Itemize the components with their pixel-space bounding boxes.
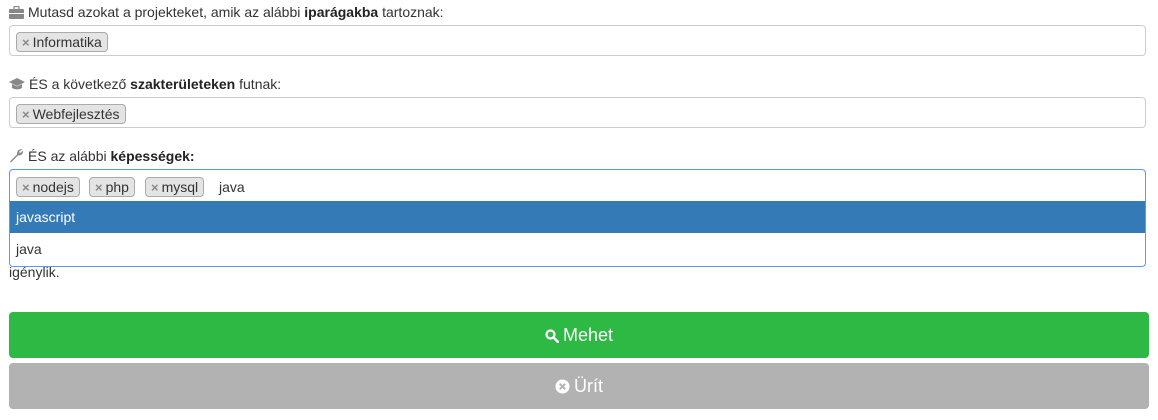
briefcase-icon xyxy=(9,5,24,19)
remove-tag-icon[interactable]: × xyxy=(95,180,103,195)
fields-label: ÉS a következő szakterületeken futnak: xyxy=(9,74,281,94)
remove-tag-icon[interactable]: × xyxy=(151,180,159,195)
industries-label-suffix: tartoznak: xyxy=(382,4,444,20)
remove-tag-icon[interactable]: × xyxy=(22,107,30,122)
tag-php: × php xyxy=(89,177,135,197)
tag-informatika: × Informatika xyxy=(16,32,108,52)
option-javascript[interactable]: javascript xyxy=(10,201,1145,233)
fields-label-bold: szakterületeken xyxy=(130,76,236,92)
remove-tag-icon[interactable]: × xyxy=(22,180,30,195)
industries-label-prefix: Mutasd azokat a projekteket, amik az alá… xyxy=(28,4,301,20)
option-java[interactable]: java xyxy=(10,233,1145,265)
industries-label: Mutasd azokat a projekteket, amik az alá… xyxy=(9,2,444,22)
times-circle-icon xyxy=(555,379,570,394)
tag-label: Webfejlesztés xyxy=(32,106,120,122)
skills-label: ÉS az alábbi képességek: xyxy=(9,146,195,166)
tag-webfejlesztes: × Webfejlesztés xyxy=(16,104,126,124)
clear-button[interactable]: Ürít xyxy=(9,363,1149,409)
industries-select[interactable]: × Informatika xyxy=(9,25,1146,56)
tag-label: Informatika xyxy=(32,34,102,50)
graduation-cap-icon xyxy=(9,78,25,90)
skills-label-prefix: ÉS az alábbi xyxy=(28,148,107,164)
search-icon xyxy=(545,329,560,344)
skills-select[interactable]: × nodejs × php × mysql java xyxy=(9,169,1146,202)
fields-label-suffix: futnak: xyxy=(239,76,282,92)
search-button[interactable]: Mehet xyxy=(9,312,1149,358)
search-button-label: Mehet xyxy=(562,325,614,345)
fields-select[interactable]: × Webfejlesztés xyxy=(9,97,1146,128)
tag-label: mysql xyxy=(161,179,199,195)
tag-nodejs: × nodejs xyxy=(16,177,80,197)
tag-label: php xyxy=(105,179,129,195)
industries-label-bold: iparágakba xyxy=(304,4,379,20)
remove-tag-icon[interactable]: × xyxy=(22,35,30,50)
wrench-icon xyxy=(10,149,24,163)
skills-search-input[interactable]: java xyxy=(219,177,245,197)
clear-button-label: Ürít xyxy=(574,376,603,396)
skills-dropdown: javascript java xyxy=(9,201,1146,267)
fields-label-prefix: ÉS a következő xyxy=(29,76,127,92)
skills-label-bold: képességek: xyxy=(110,148,195,164)
tag-label: nodejs xyxy=(32,179,74,195)
tag-mysql: × mysql xyxy=(145,177,205,197)
